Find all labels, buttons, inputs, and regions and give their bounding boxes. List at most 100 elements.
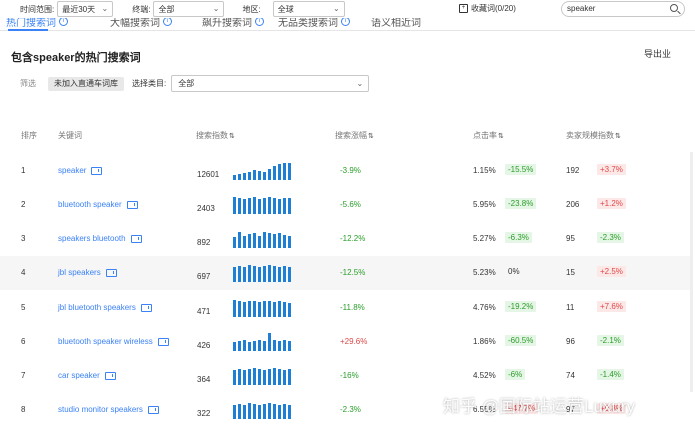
tab-label: 语义相近词: [371, 18, 421, 29]
ctr-change-badge: -15.5%: [505, 164, 537, 175]
search-index-cell: 892: [197, 238, 211, 247]
keyword-text: bluetooth speaker: [58, 200, 122, 209]
category-value: 全部: [178, 79, 195, 88]
active-tab-indicator: [8, 29, 48, 31]
sort-icon[interactable]: ⇅: [368, 133, 374, 140]
sparkline-bar: [283, 302, 286, 317]
search-index-cell: 322: [197, 409, 211, 418]
sparkline-bar: [243, 302, 246, 317]
rank-cell: 5: [21, 303, 26, 312]
keyword-link[interactable]: bluetooth speaker wireless: [58, 337, 169, 346]
keyword-link[interactable]: studio monitor speakers: [58, 405, 159, 414]
sparkline-bar: [238, 341, 241, 351]
keyword-link[interactable]: jbl speakers: [58, 268, 117, 277]
table-row[interactable]: 7 car speaker 364 -16% 4.52% -6% 74 -1.4%: [0, 359, 690, 393]
tab-label: 飙升搜索词: [202, 18, 252, 29]
device-select[interactable]: 全部 ⌄: [153, 1, 225, 17]
keyword-link[interactable]: speaker: [58, 166, 103, 175]
watermark: 知乎 @国际站运营Luxury: [443, 397, 636, 416]
sparkline-bar: [283, 370, 286, 385]
table-row[interactable]: 6 bluetooth speaker wireless 426 +29.6% 1.86…: [0, 325, 690, 359]
sparkline-bar: [288, 369, 291, 385]
col-search-trend[interactable]: 搜索涨幅⇅: [335, 130, 374, 141]
tab-label: 热门搜索词: [6, 18, 56, 29]
col-label: 搜索指数: [196, 131, 228, 140]
sparkline-bar: [273, 166, 276, 180]
monitor-icon[interactable]: [130, 234, 142, 243]
search-trend-cell: +29.6%: [340, 337, 368, 346]
category-label: 选择类目:: [132, 79, 167, 88]
table-row[interactable]: 1 speaker 12601 -3.9% 1.15% -15.5% 192 +3.7%: [0, 154, 690, 188]
tab-semantic[interactable]: 语义相近词: [371, 18, 421, 29]
monitor-icon[interactable]: [105, 268, 117, 277]
sparkline-bar: [263, 172, 266, 180]
sort-icon[interactable]: ⇅: [615, 133, 621, 140]
table-row[interactable]: 4 jbl speakers 697 -12.5% 5.23% 0% 15 +2.5%: [0, 256, 690, 290]
tab-rising-search[interactable]: 飙升搜索词 i: [202, 18, 264, 29]
sparkline-bar: [283, 266, 286, 282]
sparkline-bar: [233, 237, 236, 248]
col-seller-index[interactable]: 卖家规模指数⇅: [566, 130, 621, 141]
search-index-cell: 426: [197, 341, 211, 350]
sparkline-bar: [243, 236, 246, 248]
sparkline-bar: [238, 266, 241, 282]
page-title: 包含speaker的热门搜索词: [11, 52, 141, 64]
keyword-link[interactable]: speakers bluetooth: [58, 234, 142, 243]
tab-no-category[interactable]: 无品类搜索词 i: [278, 18, 350, 29]
seller-index-cell: 206: [566, 200, 580, 209]
search-input[interactable]: speaker: [561, 1, 685, 17]
ctr-cell: 4.52%: [473, 371, 496, 380]
sparkline-bar: [263, 341, 266, 351]
monitor-icon[interactable]: [140, 303, 152, 312]
sparkline-bar: [243, 370, 246, 385]
monitor-icon[interactable]: [157, 337, 169, 346]
table-row[interactable]: 3 speakers bluetooth 892 -12.2% 5.27% -6.3% 95…: [0, 222, 690, 256]
search-trend-cell: -12.5%: [340, 268, 366, 277]
tab-large-search[interactable]: 大幅搜索词 i: [110, 18, 172, 29]
sort-icon[interactable]: ⇅: [498, 133, 504, 140]
seller-change-badge: +3.7%: [597, 164, 626, 175]
keyword-link[interactable]: car speaker: [58, 371, 116, 380]
category-select[interactable]: 全部 ⌄: [171, 75, 370, 92]
sparkline-bar: [263, 301, 266, 317]
monitor-icon[interactable]: [126, 200, 138, 209]
sparkline-bar: [233, 300, 236, 317]
keyword-link[interactable]: jbl bluetooth speakers: [58, 303, 152, 312]
sparkline-bar: [268, 233, 271, 248]
sort-icon[interactable]: ⇅: [229, 133, 235, 140]
screen-label: 筛选: [20, 79, 36, 88]
sparkline-bar: [258, 236, 261, 248]
table-row[interactable]: 2 bluetooth speaker 2403 -5.6% 5.95% -23.8% 20…: [0, 188, 690, 222]
search-trend-cell: -5.6%: [340, 200, 361, 209]
region-select[interactable]: 全球 ⌄: [272, 1, 345, 17]
search-icon[interactable]: [670, 4, 678, 12]
info-icon: i: [59, 18, 68, 26]
tab-hot-search[interactable]: 热门搜索词 i: [6, 18, 68, 29]
sparkline-bar: [278, 233, 281, 248]
sparkline-bar: [248, 234, 251, 248]
monitor-icon[interactable]: [104, 371, 116, 380]
sparkline-chart: [233, 397, 293, 419]
sparkline-bar: [278, 267, 281, 282]
sparkline-bar: [253, 341, 256, 351]
sparkline-bar: [258, 340, 261, 351]
not-in-library-chip[interactable]: 未加入直通车词库: [48, 76, 124, 91]
export-button[interactable]: 导出业: [644, 47, 671, 60]
scrollbar[interactable]: [690, 152, 693, 392]
sparkline-chart: [233, 260, 293, 282]
sparkline-chart: [233, 226, 293, 248]
sparkline-bar: [273, 198, 276, 214]
col-search-index[interactable]: 搜索指数⇅: [196, 130, 235, 141]
sparkline-bar: [288, 163, 291, 180]
monitor-icon[interactable]: [147, 405, 159, 414]
sparkline-bar: [278, 199, 281, 214]
keyword-link[interactable]: bluetooth speaker: [58, 200, 138, 209]
chevron-down-icon: ⌄: [356, 79, 364, 88]
time-range-select[interactable]: 最近30天 ⌄: [57, 1, 114, 17]
table-row[interactable]: 5 jbl bluetooth speakers 471 -11.8% 4.76% -19…: [0, 291, 690, 325]
keyword-text: speaker: [58, 166, 87, 175]
col-ctr[interactable]: 点击率⇅: [473, 130, 504, 141]
sparkline-bar: [273, 340, 276, 351]
monitor-icon[interactable]: [91, 166, 103, 175]
favorites-button[interactable]: + 收藏词(0/20): [459, 3, 516, 14]
